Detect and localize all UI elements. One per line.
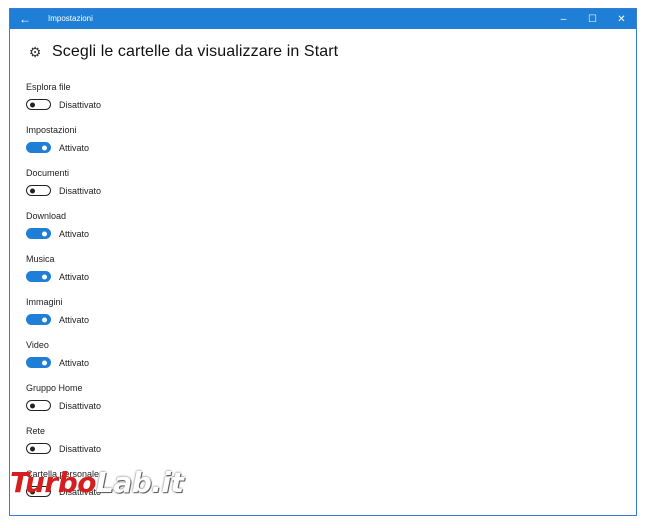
toggle-row: Attivato (26, 271, 89, 282)
toggle-knob (42, 145, 47, 150)
setting-label: Gruppo Home (26, 383, 83, 393)
toggle-switch[interactable] (26, 400, 51, 411)
toggle-switch[interactable] (26, 228, 51, 239)
toggle-state-label: Disattivato (59, 486, 102, 497)
setting-item: Cartella personale Disattivato (26, 468, 101, 497)
toggle-knob (30, 403, 35, 408)
setting-item: Download Attivato (26, 210, 89, 239)
toggle-state-label: Attivato (59, 357, 90, 368)
setting-label: Cartella personale (26, 469, 100, 479)
setting-item: Gruppo Home Disattivato (26, 382, 101, 411)
title-bar: ← Impostazioni – ☐ ✕ (10, 9, 636, 29)
setting-item: Video Attivato (26, 339, 89, 368)
toggle-state-label: Disattivato (59, 443, 102, 454)
toggle-knob (42, 317, 47, 322)
setting-item: Musica Attivato (26, 253, 89, 282)
setting-label: Download (26, 211, 67, 221)
toggle-row: Disattivato (26, 443, 101, 454)
setting-label: Documenti (26, 168, 70, 178)
maximize-button[interactable]: ☐ (578, 9, 607, 29)
setting-item: Documenti Disattivato (26, 167, 101, 196)
toggle-switch[interactable] (26, 271, 51, 282)
page-title: Scegli le cartelle da visualizzare in St… (52, 43, 339, 60)
toggle-knob (42, 231, 47, 236)
setting-label: Video (26, 340, 49, 350)
window-controls: – ☐ ✕ (549, 9, 636, 29)
setting-label: Rete (26, 426, 46, 436)
toggle-state-label: Attivato (59, 314, 90, 325)
toggle-knob (42, 360, 47, 365)
toggle-switch[interactable] (26, 486, 51, 497)
toggle-row: Disattivato (26, 486, 101, 497)
minimize-button[interactable]: – (549, 9, 578, 29)
toggle-knob (30, 446, 35, 451)
back-arrow-icon: ← (19, 12, 31, 26)
setting-label: Musica (26, 254, 55, 264)
setting-item: Immagini Attivato (26, 296, 89, 325)
gear-icon: ⚙ (28, 43, 42, 60)
content-area: ⚙ Scegli le cartelle da visualizzare in … (10, 29, 636, 515)
setting-label: Impostazioni (26, 125, 77, 135)
setting-label: Immagini (26, 297, 63, 307)
setting-item: Impostazioni Attivato (26, 124, 89, 153)
back-button[interactable]: ← (10, 9, 40, 29)
toggle-state-label: Disattivato (59, 185, 102, 196)
toggle-state-label: Attivato (59, 142, 90, 153)
toggle-switch[interactable] (26, 314, 51, 325)
toggle-switch[interactable] (26, 443, 51, 454)
toggle-knob (42, 274, 47, 279)
toggle-knob (30, 489, 35, 494)
toggle-row: Attivato (26, 142, 89, 153)
setting-item: Rete Disattivato (26, 425, 101, 454)
setting-item: Esplora file Disattivato (26, 81, 101, 110)
toggle-state-label: Attivato (59, 228, 90, 239)
toggle-row: Attivato (26, 357, 89, 368)
toggle-switch[interactable] (26, 357, 51, 368)
toggle-row: Disattivato (26, 99, 101, 110)
toggle-row: Attivato (26, 228, 89, 239)
toggle-knob (30, 188, 35, 193)
toggle-switch[interactable] (26, 99, 51, 110)
page-header: ⚙ Scegli le cartelle da visualizzare in … (26, 43, 338, 61)
toggle-state-label: Disattivato (59, 400, 102, 411)
toggle-row: Disattivato (26, 185, 101, 196)
toggle-row: Attivato (26, 314, 89, 325)
window-title: Impostazioni (48, 14, 93, 23)
toggle-switch[interactable] (26, 142, 51, 153)
toggle-knob (30, 102, 35, 107)
toggle-state-label: Disattivato (59, 99, 102, 110)
toggle-state-label: Attivato (59, 271, 90, 282)
setting-label: Esplora file (26, 82, 71, 92)
toggle-switch[interactable] (26, 185, 51, 196)
settings-window: ← Impostazioni – ☐ ✕ ⚙ Scegli le cartell… (9, 8, 637, 516)
toggle-row: Disattivato (26, 400, 101, 411)
close-button[interactable]: ✕ (607, 9, 636, 29)
